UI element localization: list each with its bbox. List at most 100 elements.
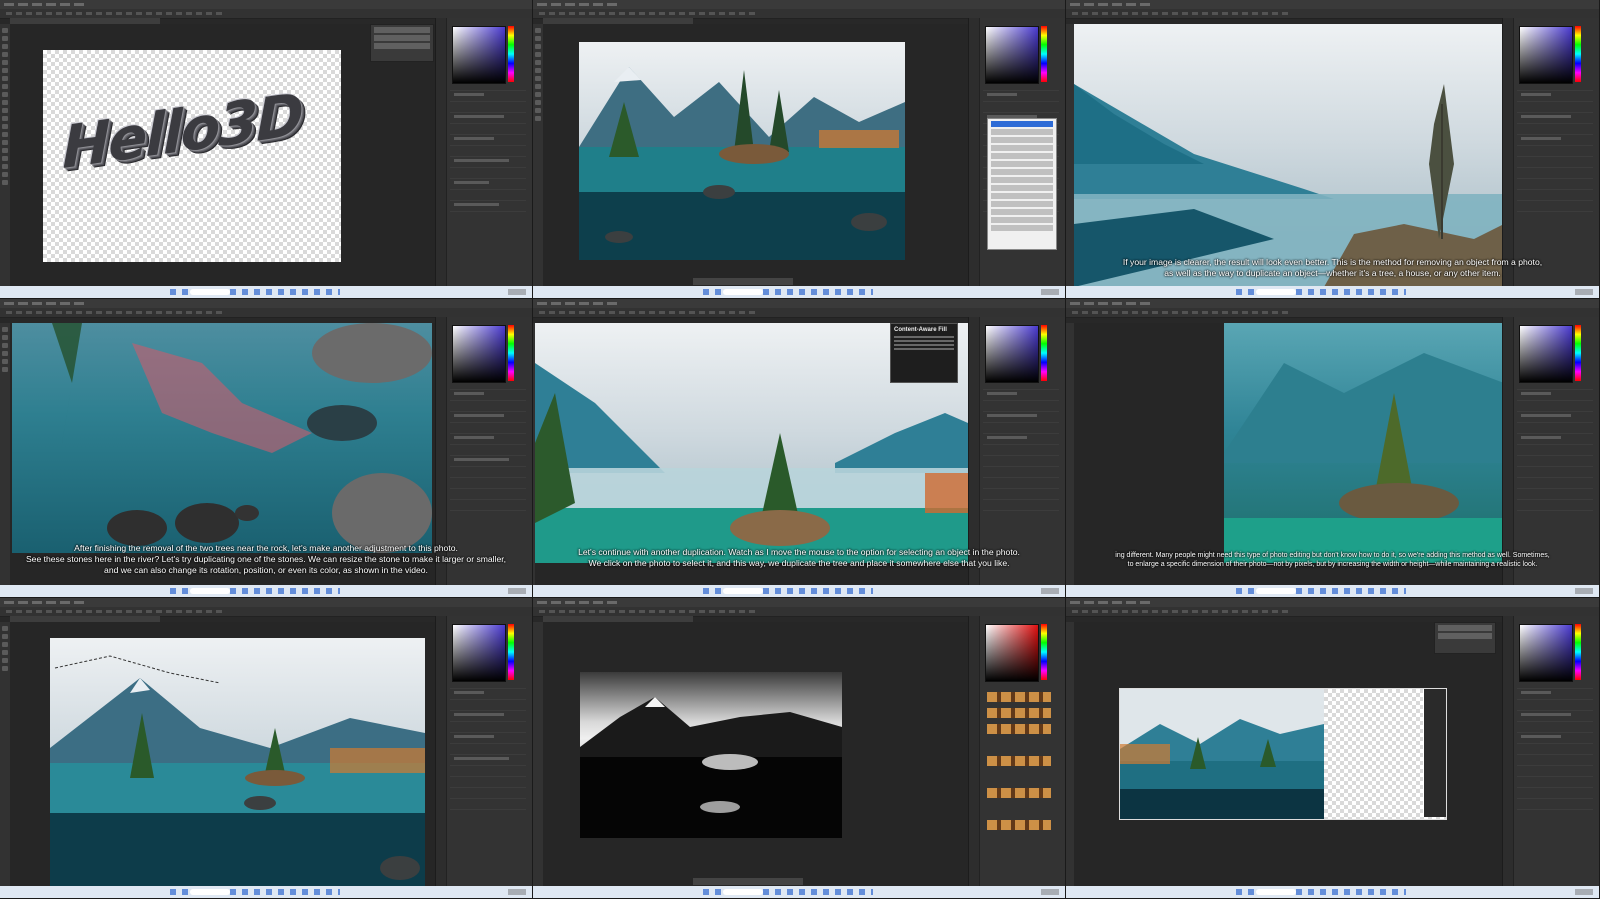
lake-panorama-photo[interactable] [50,638,425,888]
right-panels [1502,18,1599,286]
foggy-mountain-photo[interactable] [1074,24,1504,287]
color-picker[interactable] [1519,624,1573,682]
menu-bar[interactable] [533,299,1065,308]
canvas-area[interactable]: Hello3D [10,24,435,286]
content-aware-fill-tooltip: Content-Aware Fill [890,323,958,383]
hue-slider[interactable] [1041,26,1047,82]
tree-islet-photo[interactable] [1224,323,1504,563]
windows-taskbar[interactable] [533,286,1065,298]
color-picker[interactable] [985,26,1039,84]
subtitle: ing different. Many people might need th… [1115,552,1550,568]
lake-landscape-image [579,67,905,260]
panorama-image [50,655,425,888]
properties-panel[interactable] [1517,90,1593,220]
canvas-area[interactable]: Content-Aware Fill [535,323,968,585]
photoshop-window-9 [1066,598,1600,899]
windows-taskbar[interactable] [533,585,1065,597]
hue-slider[interactable] [1575,26,1581,82]
extended-canvas[interactable] [1119,688,1447,820]
bw-landscape-photo[interactable] [580,672,842,838]
adjustment-presets[interactable] [987,724,1051,734]
status-bar [693,878,803,885]
right-panels [968,616,1065,886]
adjustment-presets[interactable] [987,820,1051,830]
lake-photo[interactable] [579,42,905,260]
canvas-area[interactable] [1074,24,1504,287]
video-thumbnail-grid: Hello3D If your image is clearer, the re… [0,0,1600,899]
color-picker[interactable] [452,624,506,682]
menu-bar[interactable] [533,598,1065,607]
canvas-area[interactable] [10,622,435,888]
transform-box[interactable] [1423,689,1446,817]
color-picker[interactable] [1519,325,1573,383]
menu-bar[interactable] [0,598,532,607]
adjustment-presets[interactable] [987,708,1051,718]
properties-panel[interactable] [450,688,526,818]
windows-taskbar[interactable] [0,286,532,298]
right-panels [968,18,1065,286]
color-picker[interactable] [985,624,1039,682]
layer-style-dropdown[interactable] [1434,622,1496,654]
menu-bar[interactable] [0,0,532,9]
menu-bar[interactable] [533,0,1065,9]
photoshop-window-8 [533,598,1066,899]
photoshop-window-2 [533,0,1066,299]
menu-bar[interactable] [1066,299,1599,308]
color-picker[interactable] [1519,26,1573,84]
hue-slider[interactable] [508,325,514,381]
canvas-area[interactable] [543,24,968,286]
properties-panel[interactable] [450,389,526,519]
photoshop-window-1: Hello3D [0,0,533,299]
subtitle: Let's continue with another duplication.… [578,547,1020,568]
menu-bar[interactable] [1066,598,1599,607]
tree-islet-image [1224,353,1504,563]
photoshop-window-7 [0,598,533,899]
color-picker[interactable] [452,325,506,383]
subtitle: If your image is clearer, the result wil… [1122,257,1543,278]
color-picker[interactable] [452,26,506,84]
photoshop-window-4: After finishing the removal of the two t… [0,299,533,598]
right-panels [435,616,532,886]
properties-panel[interactable] [983,389,1059,519]
windows-taskbar[interactable] [1066,886,1599,898]
adjustment-presets[interactable] [987,756,1051,766]
photoshop-window-5: Content-Aware Fill Let's continue with a… [533,299,1066,598]
hue-slider[interactable] [508,26,514,82]
windows-taskbar[interactable] [533,886,1065,898]
menu-bar[interactable] [0,299,532,308]
properties-panel[interactable] [1517,688,1593,818]
document-canvas[interactable]: Hello3D [43,50,341,262]
hue-slider[interactable] [1575,325,1581,381]
canvas-area[interactable] [1074,622,1504,886]
canvas-area[interactable] [1074,323,1504,585]
hue-slider[interactable] [1041,325,1047,381]
adjustment-presets[interactable] [987,692,1051,702]
windows-taskbar[interactable] [1066,585,1599,597]
hue-slider[interactable] [1041,624,1047,680]
properties-panel[interactable] [1517,389,1593,519]
right-panels [1502,317,1599,585]
subtitle: After finishing the removal of the two t… [25,543,507,575]
photoshop-window-3: If your image is clearer, the result wil… [1066,0,1600,299]
foggy-landscape-image [1074,84,1504,287]
color-picker[interactable] [985,325,1039,383]
layer-style-dropdown[interactable] [370,24,434,62]
right-panels [1502,616,1599,886]
windows-taskbar[interactable] [0,585,532,597]
status-bar [693,278,793,285]
right-panels [435,18,532,286]
lake-rocks-photo[interactable] [12,323,432,553]
properties-panel[interactable] [450,90,526,220]
windows-taskbar[interactable] [0,886,532,898]
right-panels [968,317,1065,585]
context-menu[interactable] [987,118,1057,250]
canvas-area[interactable] [543,622,968,886]
photoshop-window-6: ing different. Many people might need th… [1066,299,1600,598]
windows-taskbar[interactable] [1066,286,1599,298]
hello-3d-text: Hello3D [62,79,302,183]
hue-slider[interactable] [508,624,514,680]
adjustment-presets[interactable] [987,788,1051,798]
menu-bar[interactable] [1066,0,1599,9]
rocks-reflection-image [52,323,432,553]
hue-slider[interactable] [1575,624,1581,680]
